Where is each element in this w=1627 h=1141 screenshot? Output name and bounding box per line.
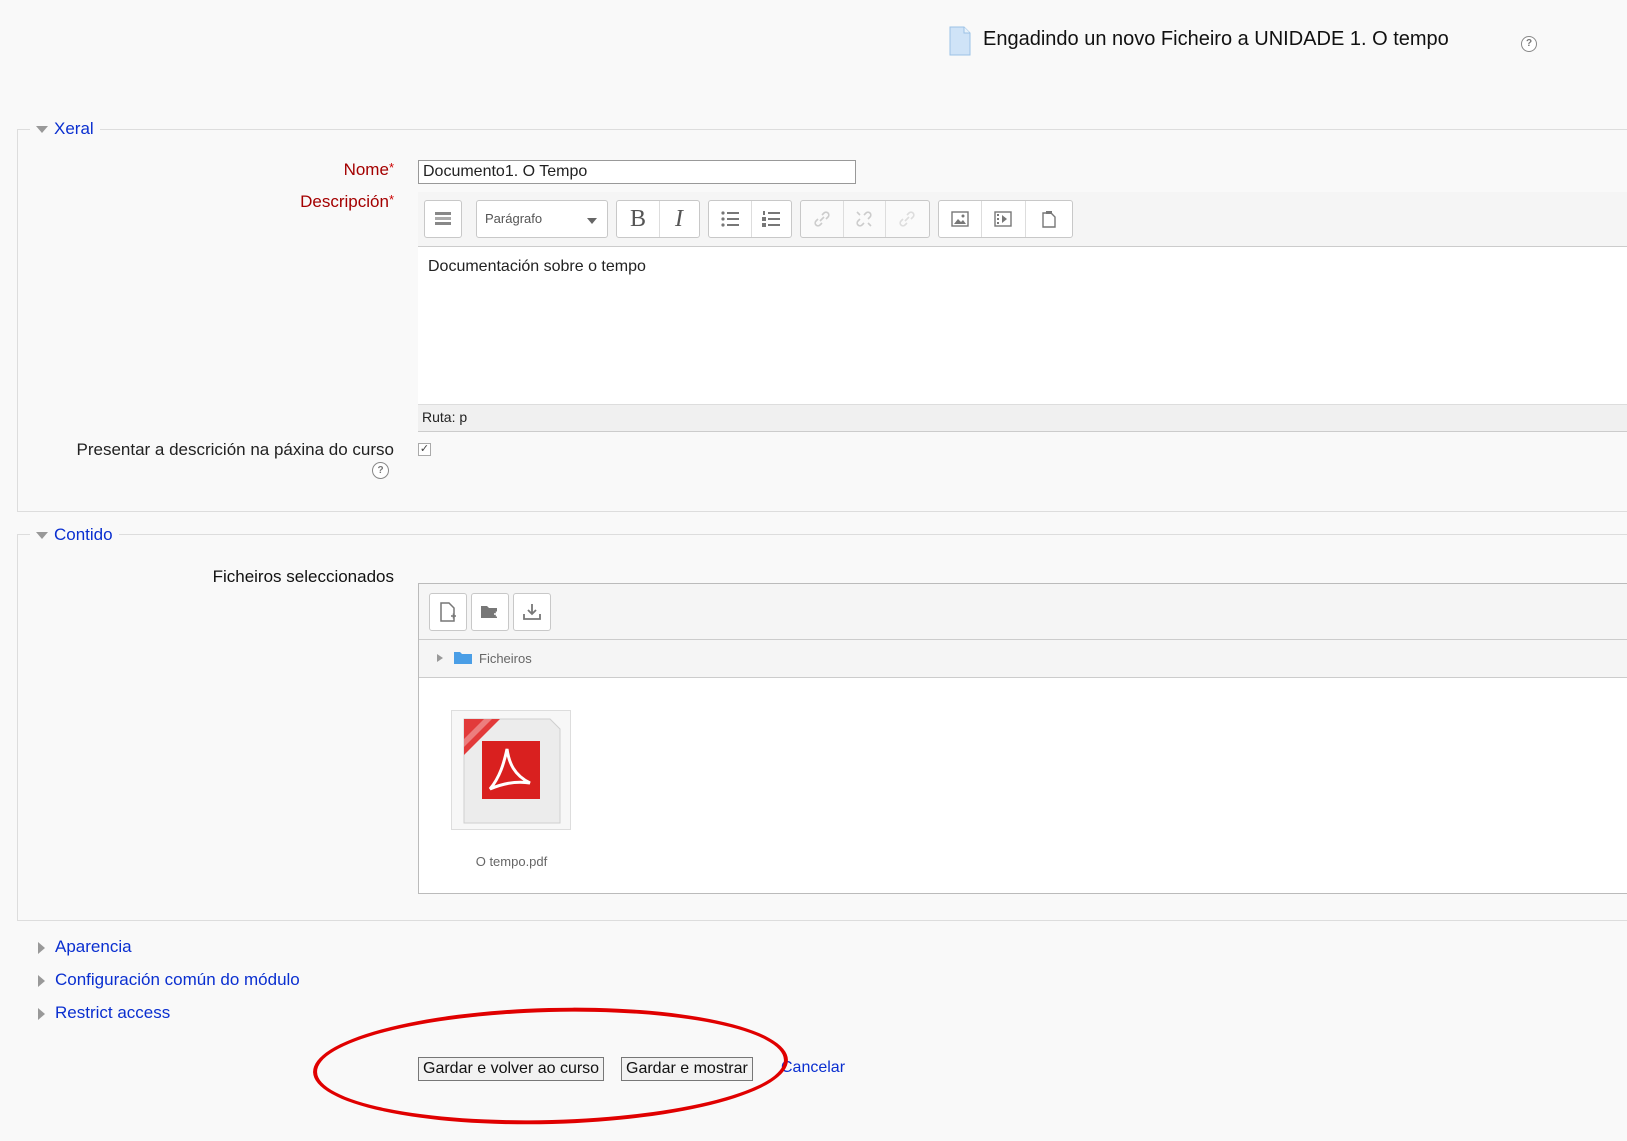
page-header: Engadindo un novo Ficheiro a UNIDADE 1. … (0, 0, 1627, 80)
expand-arrow-icon (38, 1007, 45, 1020)
folder-icon (454, 652, 472, 664)
insert-image-button[interactable] (939, 201, 982, 237)
required-icon: * (388, 160, 394, 175)
link-icon (814, 211, 830, 227)
files-label: Ficheiros seleccionados (212, 567, 394, 586)
pdf-file-icon (463, 718, 561, 824)
collapse-arrow-icon (36, 126, 48, 134)
link-group (800, 200, 930, 238)
content-legend[interactable]: Contido (30, 525, 119, 545)
file-manager-path: Ficheiros (419, 640, 1627, 678)
section-restrict-access[interactable]: Restrict access (38, 1003, 170, 1023)
folder-add-icon (481, 606, 499, 618)
unlink-icon (856, 211, 872, 227)
file-manager-toolbar (419, 584, 1627, 640)
file-icon (949, 26, 971, 56)
media-icon (994, 211, 1012, 227)
insert-media-button[interactable] (981, 201, 1026, 237)
highlight-annotation (311, 1001, 790, 1131)
expand-arrow-icon (38, 941, 45, 954)
help-icon[interactable]: ? (372, 462, 389, 479)
media-group (938, 200, 1073, 238)
description-editor: Parágrafo B I Documentación sobre o temp… (418, 192, 1627, 432)
add-file-icon (440, 602, 456, 622)
file-name-label[interactable]: O tempo.pdf (429, 854, 594, 869)
image-icon (951, 211, 969, 227)
add-file-button[interactable] (429, 593, 467, 631)
anchor-link-icon (899, 211, 915, 227)
collapse-arrow-icon (36, 532, 48, 540)
section-restrict-access-label: Restrict access (55, 1003, 171, 1022)
description-label-text: Descripción (300, 192, 389, 211)
editor-toolbar: Parágrafo B I (418, 192, 1627, 247)
name-label: Nome* (344, 160, 394, 180)
editor-path-status: Ruta: p (418, 404, 1627, 432)
kitchen-sink-icon (435, 212, 451, 225)
paragraph-select[interactable]: Parágrafo (476, 200, 608, 238)
help-icon[interactable]: ? (1521, 36, 1537, 52)
name-label-text: Nome (343, 160, 389, 179)
create-folder-button[interactable] (471, 593, 509, 631)
numbered-list-icon (762, 211, 780, 227)
show-description-checkbox[interactable]: ✓ (418, 443, 431, 456)
page-title: Engadindo un novo Ficheiro a UNIDADE 1. … (983, 28, 1449, 50)
section-common-settings[interactable]: Configuración común do módulo (38, 970, 300, 990)
numbered-list-button[interactable] (751, 201, 791, 237)
expand-arrow-icon[interactable] (437, 654, 443, 662)
required-icon: * (388, 192, 394, 207)
editor-content[interactable]: Documentación sobre o tempo (428, 258, 646, 276)
description-label: Descripción* (300, 192, 394, 212)
general-legend[interactable]: Xeral (30, 119, 100, 139)
bullet-list-button[interactable] (709, 201, 752, 237)
anchor-button[interactable] (885, 201, 929, 237)
italic-button[interactable]: I (659, 201, 699, 237)
format-group: B I (616, 200, 700, 238)
section-common-settings-label: Configuración común do módulo (55, 970, 300, 989)
cancel-link[interactable]: Cancelar (781, 1059, 845, 1077)
unlink-button[interactable] (843, 201, 886, 237)
download-button[interactable] (513, 593, 551, 631)
name-input[interactable] (418, 160, 856, 184)
paragraph-select-value: Parágrafo (485, 211, 543, 226)
toolbar-toggle-button[interactable] (424, 200, 462, 238)
link-button[interactable] (801, 201, 844, 237)
folder-path-label[interactable]: Ficheiros (479, 651, 532, 666)
file-manager: Ficheiros O tempo.pdf (418, 583, 1627, 894)
show-description-label: Presentar a descrición na páxina do curs… (76, 440, 394, 459)
expand-arrow-icon (38, 974, 45, 987)
general-legend-label: Xeral (54, 119, 94, 138)
chevron-down-icon (587, 218, 597, 224)
section-aparencia-label: Aparencia (55, 937, 132, 956)
files-icon (1041, 211, 1056, 228)
bold-button[interactable]: B (617, 201, 660, 237)
list-group (708, 200, 792, 238)
manage-files-button[interactable] (1025, 201, 1072, 237)
section-aparencia[interactable]: Aparencia (38, 937, 132, 957)
bold-icon: B (629, 206, 646, 232)
file-thumbnail[interactable] (451, 710, 571, 830)
download-icon (523, 604, 541, 620)
italic-icon: I (675, 206, 683, 232)
bullet-list-icon (721, 211, 739, 227)
content-legend-label: Contido (54, 525, 113, 544)
